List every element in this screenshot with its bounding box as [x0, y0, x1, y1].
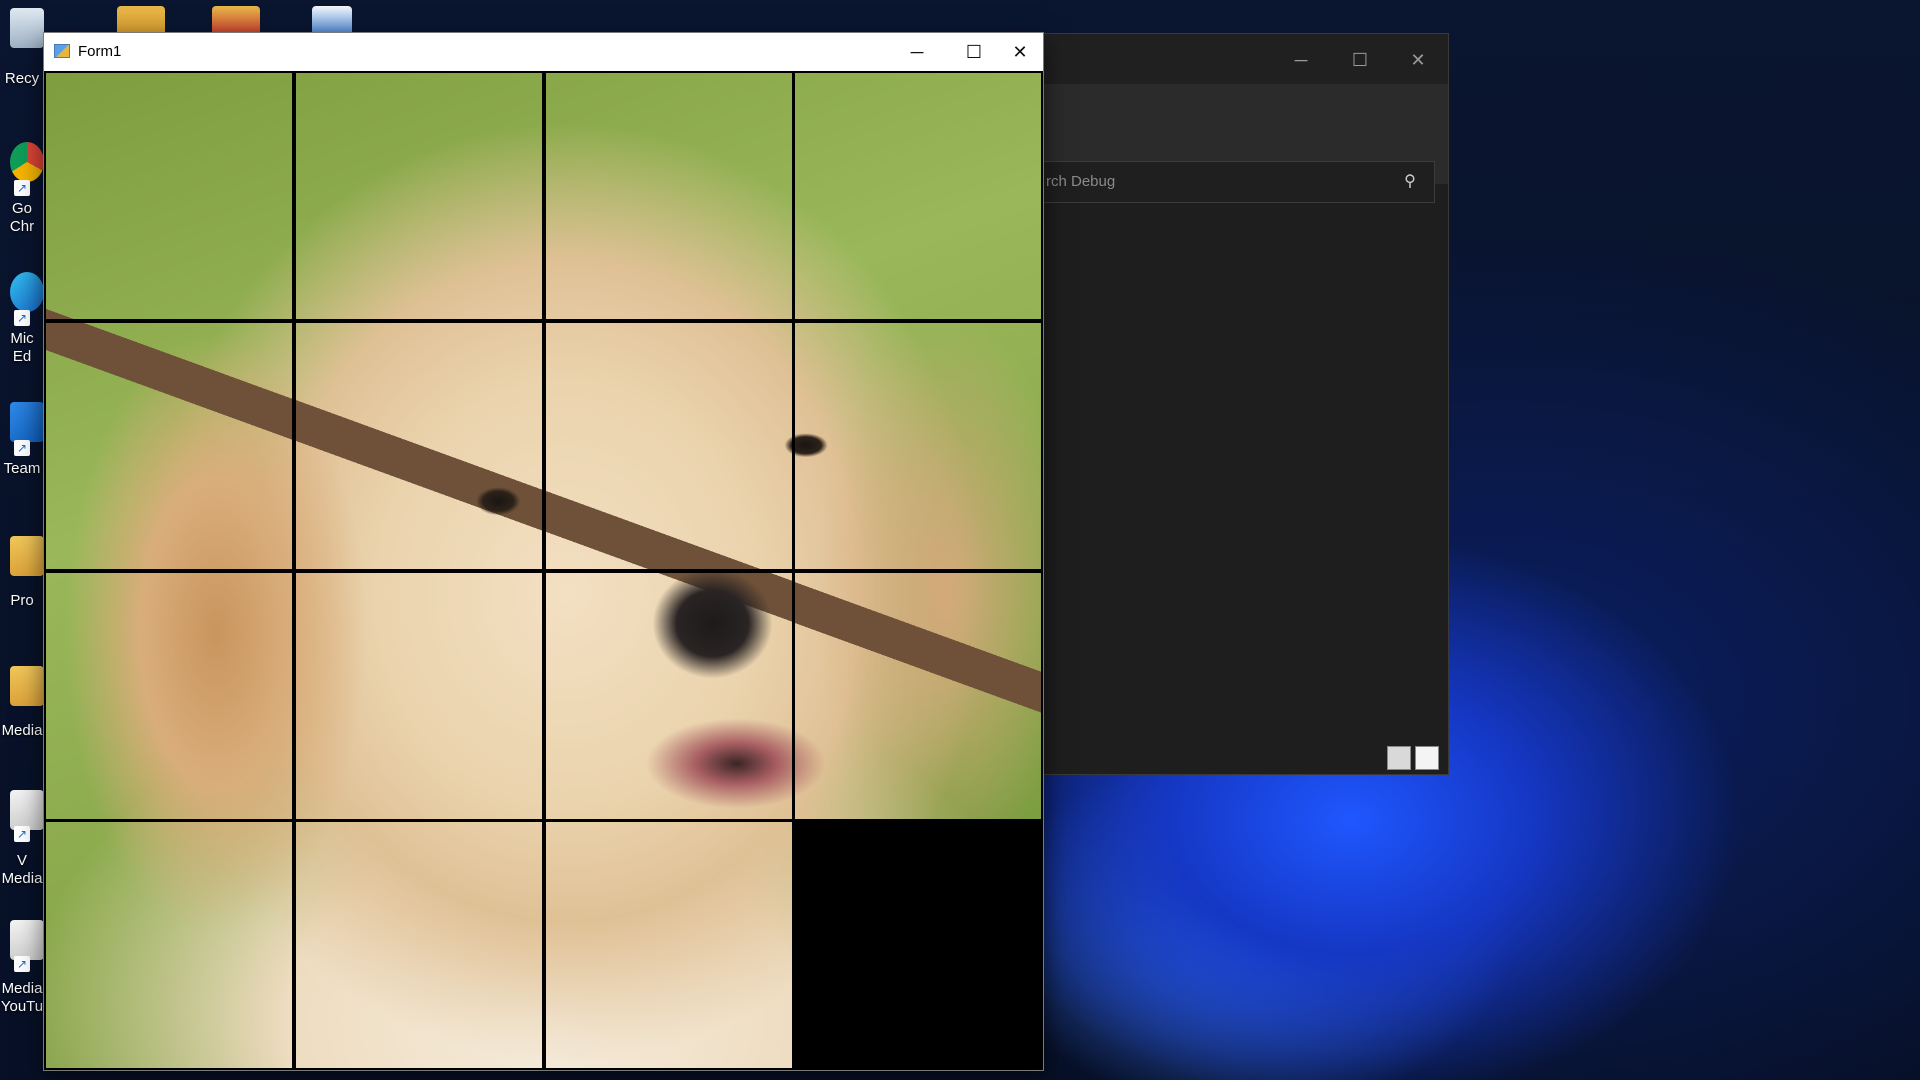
puzzle-tile[interactable]: [543, 820, 794, 1071]
desktop-icon-recycle-bin[interactable]: Recy: [0, 8, 48, 90]
puzzle-tile[interactable]: [44, 320, 294, 571]
puzzle-tile[interactable]: [44, 820, 294, 1071]
desktop-icon-label: Media YouTu: [0, 980, 44, 1015]
form1-window[interactable]: Form1 ─ ☐ ✕: [43, 32, 1044, 1071]
maximize-icon[interactable]: ☐: [1346, 46, 1374, 74]
window-title: Form1: [78, 43, 122, 60]
desktop-icon-folder-pro[interactable]: Pro: [0, 532, 48, 612]
puzzle-tile[interactable]: [293, 71, 544, 321]
desktop-icon-folder-media[interactable]: Media: [0, 662, 48, 742]
close-icon[interactable]: ✕: [997, 37, 1043, 67]
puzzle-tile[interactable]: [293, 320, 544, 571]
empty-tile[interactable]: [793, 820, 1044, 1071]
close-icon[interactable]: ✕: [1404, 46, 1432, 74]
app-icon: [54, 44, 70, 58]
recycle-bin-icon: [10, 8, 44, 48]
folder-icon: [10, 536, 44, 576]
single-view-icon[interactable]: [1415, 746, 1439, 770]
puzzle-tile[interactable]: [44, 71, 294, 321]
desktop-icon-label: Recy: [4, 70, 40, 87]
desktop-icon-media-youtube[interactable]: ↗ Media YouTu: [0, 920, 48, 1024]
minimize-icon[interactable]: ─: [1287, 46, 1315, 74]
puzzle-tile[interactable]: [793, 71, 1044, 321]
shortcut-arrow-icon: ↗: [14, 180, 30, 196]
debug-search-input[interactable]: rch Debug ⚲: [1021, 161, 1435, 203]
desktop-icon-edge[interactable]: ↗ Mic Ed: [0, 268, 48, 372]
teamviewer-icon: [10, 402, 44, 442]
desktop-icon-label: Mic Ed: [10, 330, 34, 365]
desktop-icon-label: V Media: [1, 852, 43, 887]
form1-titlebar[interactable]: Form1 ─ ☐ ✕: [44, 33, 1043, 71]
desktop-icon-v-media[interactable]: ↗ V Media: [0, 790, 48, 894]
shortcut-arrow-icon: ↗: [14, 956, 30, 972]
desktop-icon-teamviewer[interactable]: ↗ Team: [0, 398, 48, 482]
chrome-icon: [10, 142, 44, 182]
shortcut-icon: [10, 920, 44, 960]
list-view-icon[interactable]: [1387, 746, 1411, 770]
puzzle-board[interactable]: [44, 71, 1044, 1071]
debug-window[interactable]: ─ ☐ ✕ rch Debug ⚲: [1021, 33, 1449, 775]
desktop-icon-label: Go Chr: [9, 200, 35, 235]
shortcut-icon: [10, 790, 44, 830]
shortcut-arrow-icon: ↗: [14, 440, 30, 456]
shortcut-arrow-icon: ↗: [14, 310, 30, 326]
debug-titlebar[interactable]: ─ ☐ ✕: [1041, 34, 1448, 84]
desktop-icon-label: Media: [1, 722, 43, 739]
desktop-icon-label: Team: [3, 460, 41, 477]
folder-icon: [10, 666, 44, 706]
puzzle-tile[interactable]: [543, 71, 794, 321]
minimize-icon[interactable]: ─: [894, 37, 940, 67]
search-placeholder: rch Debug: [1046, 173, 1116, 190]
puzzle-tile[interactable]: [44, 570, 294, 821]
puzzle-tile[interactable]: [793, 320, 1044, 571]
puzzle-tile[interactable]: [293, 820, 544, 1071]
edge-icon: [10, 272, 44, 312]
maximize-icon[interactable]: ☐: [951, 37, 997, 67]
puzzle-tile[interactable]: [543, 320, 794, 571]
search-icon[interactable]: ⚲: [1400, 172, 1420, 192]
shortcut-arrow-icon: ↗: [14, 826, 30, 842]
desktop-icon-chrome[interactable]: ↗ Go Chr: [0, 138, 48, 242]
puzzle-tile[interactable]: [793, 570, 1044, 821]
puzzle-tile[interactable]: [293, 570, 544, 821]
puzzle-tile[interactable]: [543, 570, 794, 821]
desktop-icon-label: Pro: [10, 592, 34, 609]
